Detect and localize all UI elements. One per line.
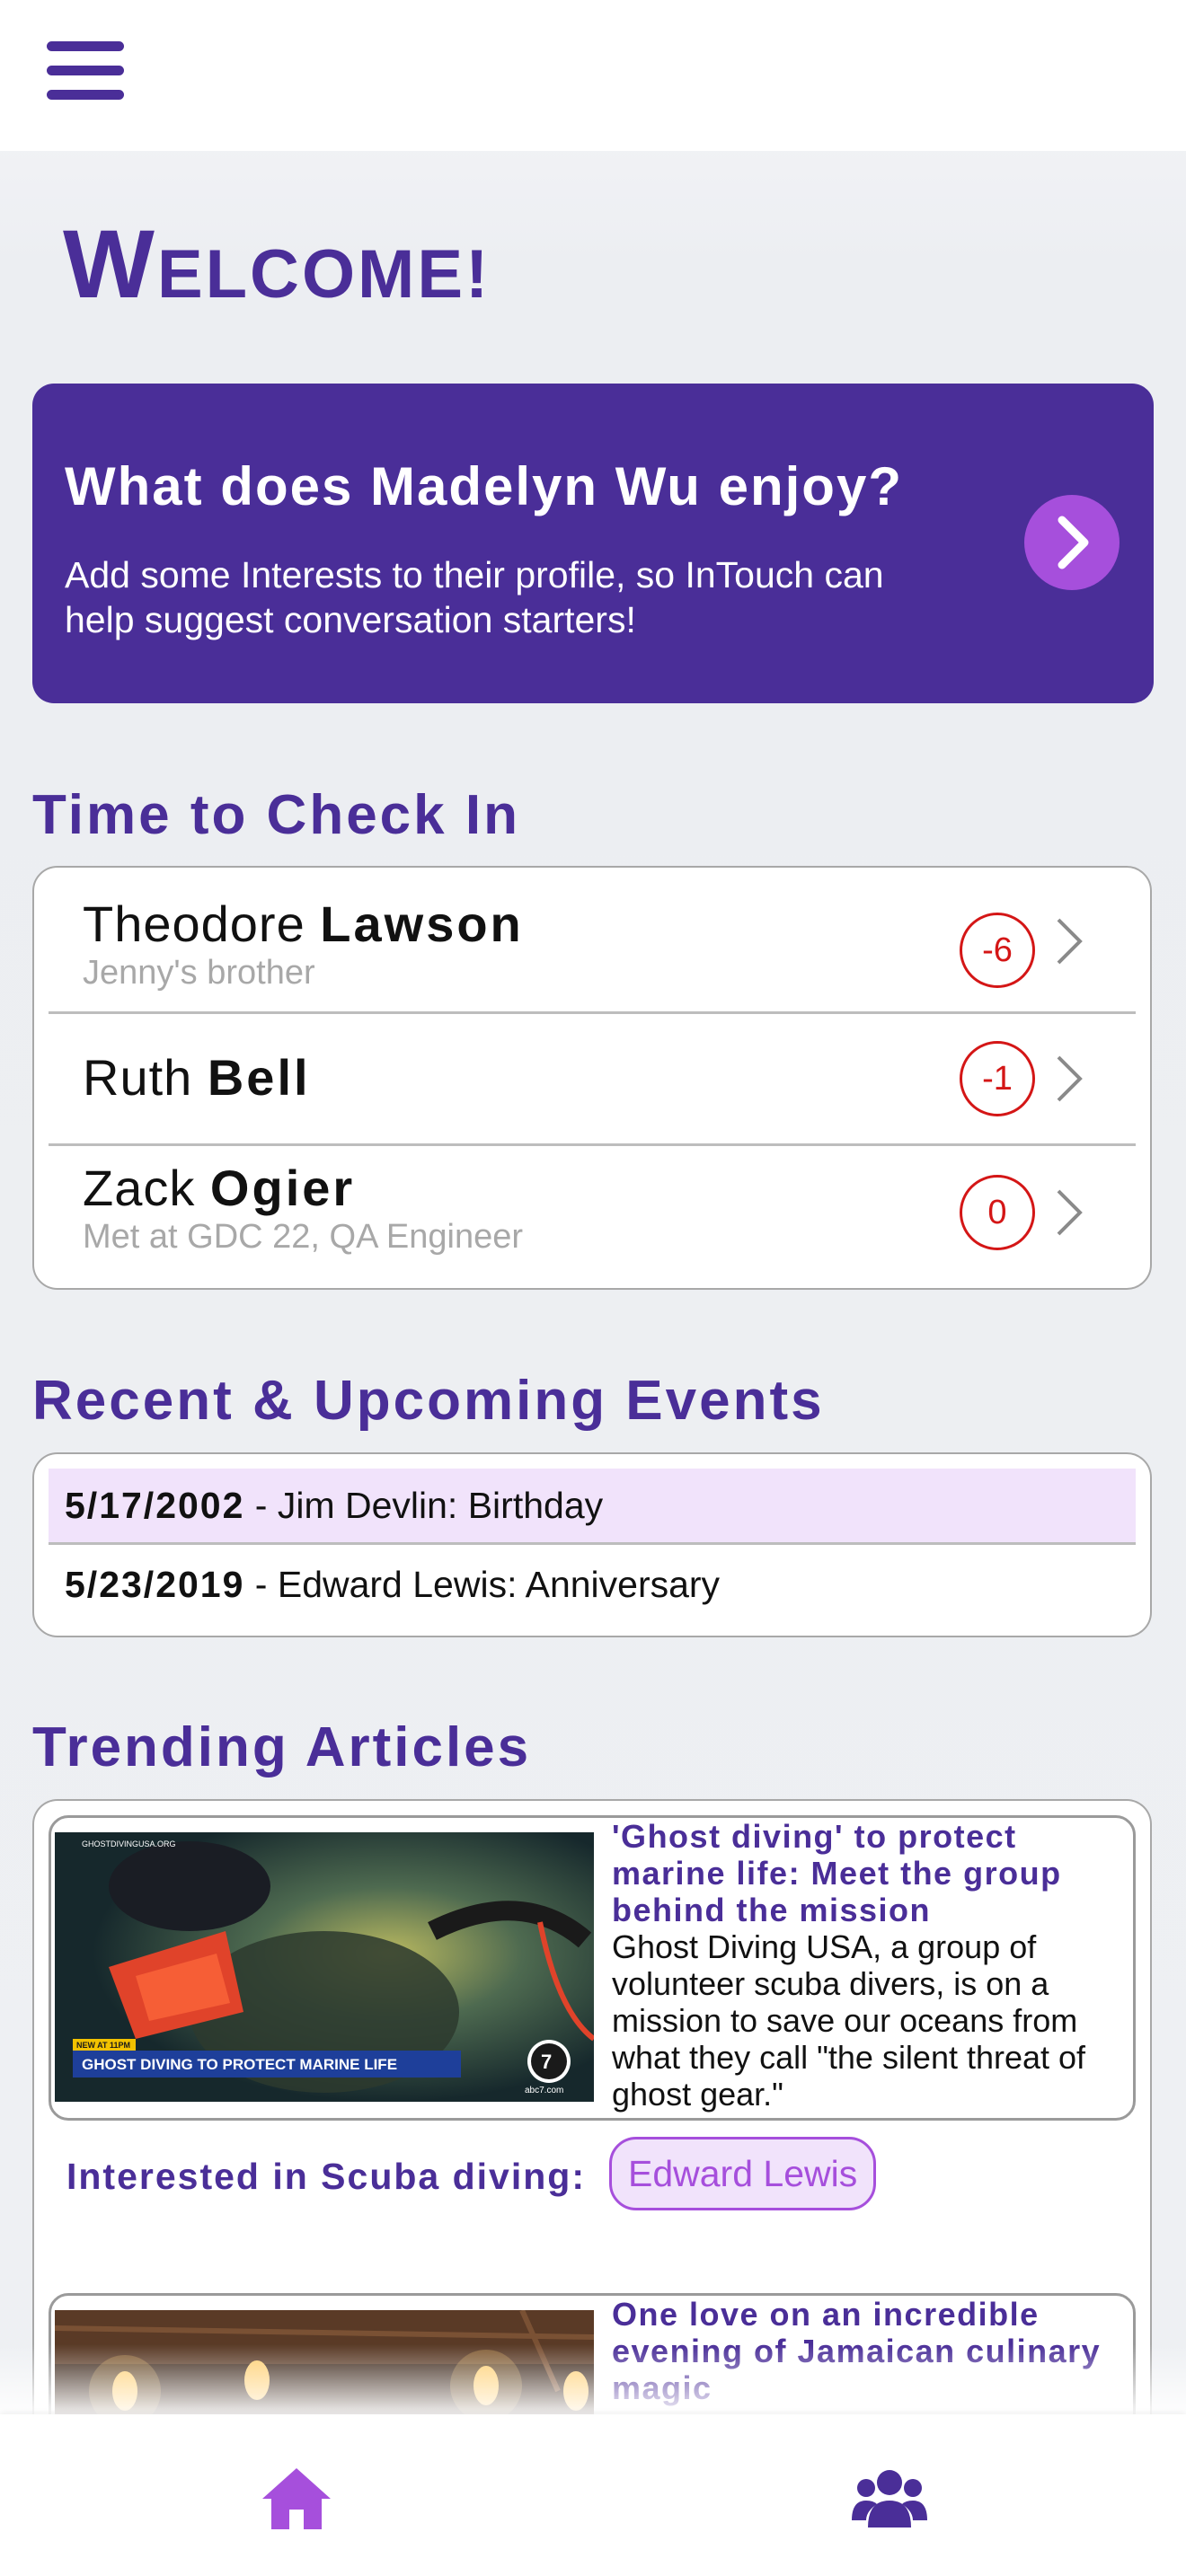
person-chip[interactable]: Edward Lewis: [609, 2137, 877, 2210]
page-title: WELCOME!: [63, 209, 491, 318]
overdue-score-badge: -6: [960, 913, 1035, 988]
check-in-title: Time to Check In: [32, 784, 520, 846]
contact-name: Ruth Bell: [83, 1049, 311, 1106]
add-interests-card[interactable]: What does Madelyn Wu enjoy? Add some Int…: [32, 384, 1154, 703]
contact-name: Zack Ogier: [83, 1160, 356, 1216]
articles-title: Trending Articles: [32, 1716, 532, 1778]
event-date: 5/23/2019: [65, 1564, 245, 1605]
hamburger-menu-icon[interactable]: [47, 41, 126, 101]
thumb-site: GHOSTDIVINGUSA.ORG: [82, 1839, 176, 1848]
svg-text:7: 7: [541, 2051, 552, 2073]
divider: [49, 1542, 1136, 1545]
thumb-caption: GHOST DIVING TO PROTECT MARINE LIFE: [82, 2056, 397, 2073]
contact-row[interactable]: Zack Ogier Met at GDC 22, QA Engineer 0: [49, 1146, 1136, 1288]
contact-note: Met at GDC 22, QA Engineer: [83, 1218, 524, 1256]
thumb-caption-top: NEW AT 11PM: [76, 2041, 130, 2050]
chevron-right-icon: [1057, 918, 1083, 965]
article-thumbnail: GHOSTDIVINGUSA.ORG NEW AT 11PM GHOST DIV…: [55, 1832, 594, 2102]
contact-name: Theodore Lawson: [83, 895, 524, 952]
article-summary: Ghost Diving USA, a group of volunteer s…: [612, 1928, 1086, 2113]
home-icon[interactable]: [259, 2465, 334, 2533]
event-text: - Jim Devlin: Birthday: [244, 1485, 604, 1526]
overdue-score-badge: 0: [960, 1175, 1035, 1250]
event-date: 5/17/2002: [65, 1485, 245, 1526]
article-card[interactable]: GHOSTDIVINGUSA.ORG NEW AT 11PM GHOST DIV…: [49, 1815, 1136, 2121]
people-icon[interactable]: [852, 2465, 927, 2533]
top-bar: [0, 0, 1186, 151]
interest-label: Interested in Scuba diving:: [66, 2156, 586, 2197]
contact-note: Jenny's brother: [83, 954, 315, 992]
chevron-right-circle-icon[interactable]: [1024, 495, 1120, 590]
article-title: 'Ghost diving' to protect marine life: M…: [612, 1818, 1062, 1928]
event-text: - Edward Lewis: Anniversary: [244, 1564, 721, 1605]
contact-row[interactable]: Theodore Lawson Jenny's brother -6: [49, 868, 1136, 1011]
chevron-right-icon: [1057, 1189, 1083, 1236]
chevron-right-icon: [1057, 1055, 1083, 1102]
events-title: Recent & Upcoming Events: [32, 1370, 825, 1432]
overdue-score-badge: -1: [960, 1041, 1035, 1116]
scroll-fade: [0, 2344, 1186, 2416]
promo-title: What does Madelyn Wu enjoy?: [65, 456, 903, 516]
thumb-logo: abc7.com: [525, 2086, 563, 2095]
event-row[interactable]: 5/23/2019 - Edward Lewis: Anniversary: [49, 1548, 1136, 1621]
check-in-list: Theodore Lawson Jenny's brother -6 Ruth …: [32, 866, 1152, 1290]
event-row[interactable]: 5/17/2002 - Jim Devlin: Birthday: [49, 1469, 1136, 1542]
bottom-nav: [0, 2414, 1186, 2576]
promo-body: Add some Interests to their profile, so …: [65, 554, 884, 640]
events-list: 5/17/2002 - Jim Devlin: Birthday 5/23/20…: [32, 1452, 1152, 1637]
contact-row[interactable]: Ruth Bell -1: [49, 1014, 1136, 1143]
